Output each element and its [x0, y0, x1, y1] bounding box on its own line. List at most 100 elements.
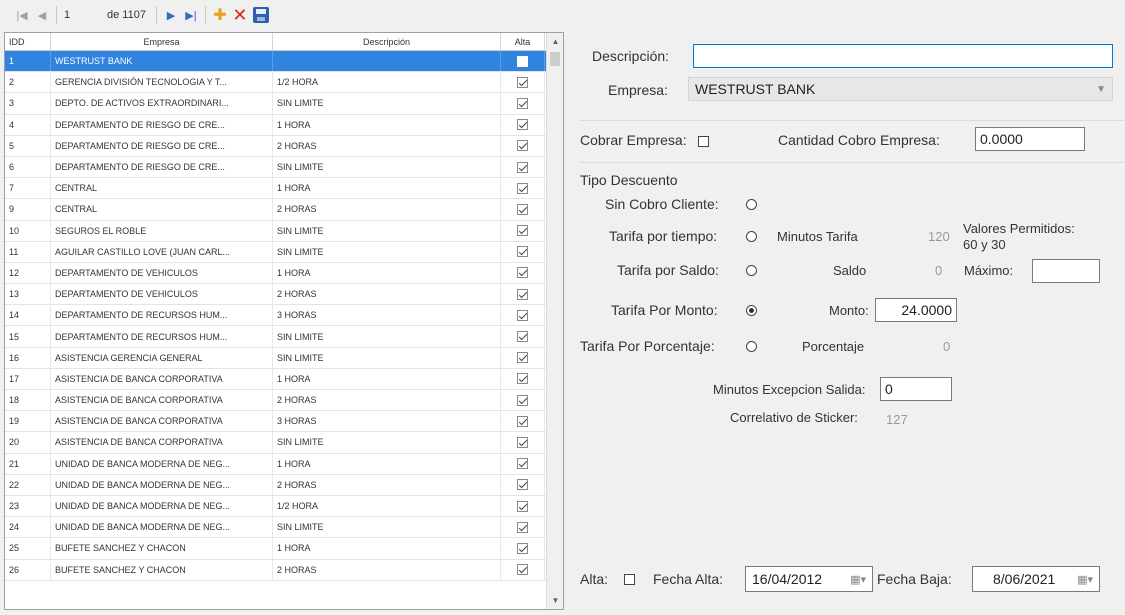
table-row[interactable]: 13 DEPARTAMENTO DE VEHICULOS 2 HORAS [5, 284, 547, 306]
cell-empresa[interactable]: ASISTENCIA DE BANCA CORPORATIVA [51, 390, 273, 411]
cell-descripcion[interactable]: SIN LIMITE [273, 326, 501, 347]
alta-checkbox[interactable] [517, 55, 528, 67]
table-row[interactable]: 24 UNIDAD DE BANCA MODERNA DE NEG... SIN L… [5, 517, 547, 539]
column-header-idd[interactable]: IDD [5, 33, 51, 50]
cell-alta[interactable] [501, 72, 545, 93]
table-row[interactable]: 26 BUFETE SANCHEZ Y CHACON 2 HORAS [5, 559, 547, 581]
alta-checkbox[interactable] [517, 119, 528, 131]
cell-alta[interactable] [501, 156, 545, 178]
cell-idd[interactable]: 12 [5, 262, 51, 284]
table-row[interactable]: 3 DEPTO. DE ACTIVOS EXTRAORDINARI... SIN L… [5, 93, 547, 115]
cobrar-empresa-checkbox[interactable] [698, 136, 709, 147]
cell-alta[interactable] [501, 347, 545, 368]
add-new-button[interactable]: ✚ [210, 5, 230, 25]
cell-empresa[interactable]: CENTRAL [51, 178, 273, 199]
cell-empresa[interactable]: UNIDAD DE BANCA MODERNA DE NEG... [51, 453, 273, 474]
cell-idd[interactable]: 13 [5, 284, 51, 305]
cell-empresa[interactable]: DEPARTAMENTO DE VEHICULOS [51, 262, 273, 284]
cell-descripcion[interactable]: 1/2 HORA [273, 495, 501, 517]
cell-descripcion[interactable]: 1 HORA [273, 114, 501, 135]
scroll-up-icon[interactable]: ▲ [547, 33, 563, 50]
cell-empresa[interactable]: AGUILAR CASTILLO LOVE (JUAN CARL... [51, 241, 273, 262]
move-last-button[interactable]: ▶| [181, 5, 201, 25]
cell-alta[interactable] [501, 411, 545, 432]
cell-descripcion[interactable]: SIN LIMITE [273, 517, 501, 538]
cell-idd[interactable]: 10 [5, 220, 51, 241]
table-row[interactable]: 15 DEPARTAMENTO DE RECURSOS HUM... SIN LIM… [5, 326, 547, 348]
calendar-icon[interactable]: ▦▾ [850, 573, 866, 586]
cell-alta[interactable] [501, 178, 545, 199]
cell-descripcion[interactable]: SIN LIMITE [273, 220, 501, 241]
cell-idd[interactable]: 2 [5, 72, 51, 93]
cell-descripcion[interactable]: SIN LIMITE [273, 432, 501, 453]
table-row[interactable]: 1 WESTRUST BANK [5, 51, 547, 73]
cell-empresa[interactable]: CENTRAL [51, 199, 273, 220]
cell-empresa[interactable]: DEPARTAMENTO DE RIESGO DE CRE... [51, 156, 273, 178]
cell-idd[interactable]: 19 [5, 411, 51, 432]
scroll-thumb[interactable] [550, 52, 560, 66]
cell-empresa[interactable]: DEPARTAMENTO DE RIESGO DE CRE... [51, 135, 273, 156]
cell-idd[interactable]: 16 [5, 347, 51, 368]
cell-empresa[interactable]: WESTRUST BANK [51, 51, 273, 72]
cell-descripcion[interactable]: 3 HORAS [273, 305, 501, 326]
cell-descripcion[interactable]: 2 HORAS [273, 390, 501, 411]
cell-empresa[interactable]: ASISTENCIA DE BANCA CORPORATIVA [51, 432, 273, 453]
alta-checkbox[interactable] [517, 479, 528, 491]
table-row[interactable]: 20 ASISTENCIA DE BANCA CORPORATIVA SIN LIM… [5, 432, 547, 454]
table-row[interactable]: 10 SEGUROS EL ROBLE SIN LIMITE [5, 220, 547, 242]
cell-empresa[interactable]: ASISTENCIA DE BANCA CORPORATIVA [51, 368, 273, 389]
table-row[interactable]: 21 UNIDAD DE BANCA MODERNA DE NEG... 1 HOR… [5, 453, 547, 475]
cell-alta[interactable] [501, 135, 545, 156]
cell-empresa[interactable]: DEPARTAMENTO DE RIESGO DE CRE... [51, 114, 273, 135]
cell-empresa[interactable]: UNIDAD DE BANCA MODERNA DE NEG... [51, 517, 273, 538]
cell-descripcion[interactable]: 2 HORAS [273, 559, 501, 580]
table-row[interactable]: 12 DEPARTAMENTO DE VEHICULOS 1 HORA [5, 262, 547, 285]
alta-checkbox[interactable] [517, 521, 528, 533]
cell-alta[interactable] [501, 305, 545, 326]
cell-empresa[interactable]: DEPARTAMENTO DE VEHICULOS [51, 284, 273, 305]
cell-alta[interactable] [501, 453, 545, 474]
cell-idd[interactable]: 14 [5, 305, 51, 326]
cell-descripcion[interactable]: 2 HORAS [273, 474, 501, 495]
alta-checkbox[interactable] [517, 500, 528, 512]
cell-descripcion[interactable]: 1 HORA [273, 538, 501, 559]
cell-idd[interactable]: 26 [5, 559, 51, 580]
cell-descripcion[interactable]: 2 HORAS [273, 199, 501, 220]
cell-alta[interactable] [501, 432, 545, 453]
alta-checkbox[interactable] [517, 140, 528, 152]
cell-alta[interactable] [501, 474, 545, 495]
move-next-button[interactable]: ▶ [161, 5, 181, 25]
delete-button[interactable]: ✕ [230, 5, 250, 25]
cell-alta[interactable] [501, 517, 545, 538]
tarifa-tiempo-radio[interactable] [746, 231, 757, 242]
cell-alta[interactable] [501, 495, 545, 517]
cell-empresa[interactable]: BUFETE SANCHEZ Y CHACON [51, 538, 273, 559]
alta-checkbox[interactable] [517, 564, 528, 576]
cell-empresa[interactable]: GERENCIA DIVISIÓN TECNOLOGIA Y T... [51, 72, 273, 93]
table-row[interactable]: 4 DEPARTAMENTO DE RIESGO DE CRE... 1 HORA [5, 114, 547, 136]
cell-empresa[interactable]: DEPARTAMENTO DE RECURSOS HUM... [51, 326, 273, 347]
cell-descripcion[interactable]: 1 HORA [273, 178, 501, 199]
fecha-alta-picker[interactable]: 16/04/2012 ▦▾ [745, 566, 873, 592]
alta-checkbox[interactable] [517, 97, 528, 109]
alta-checkbox[interactable] [517, 225, 528, 237]
alta-checkbox[interactable] [517, 309, 528, 321]
scroll-down-icon[interactable]: ▼ [547, 592, 563, 609]
cell-alta[interactable] [501, 199, 545, 220]
cell-alta[interactable] [501, 220, 545, 241]
save-button[interactable] [250, 5, 270, 25]
table-row[interactable]: 2 GERENCIA DIVISIÓN TECNOLOGIA Y T... 1/2 … [5, 72, 547, 94]
table-row[interactable]: 11 AGUILAR CASTILLO LOVE (JUAN CARL... SIN… [5, 241, 547, 263]
tarifa-monto-radio[interactable] [746, 305, 757, 316]
alta-checkbox[interactable] [517, 182, 528, 194]
cell-empresa[interactable]: UNIDAD DE BANCA MODERNA DE NEG... [51, 474, 273, 495]
position-input[interactable] [61, 7, 97, 23]
table-row[interactable]: 18 ASISTENCIA DE BANCA CORPORATIVA 2 HORAS [5, 390, 547, 412]
column-header-empresa[interactable]: Empresa [51, 33, 273, 50]
cell-alta[interactable] [501, 284, 545, 305]
cell-descripcion[interactable]: SIN LIMITE [273, 241, 501, 262]
cell-empresa[interactable]: ASISTENCIA GERENCIA GENERAL [51, 347, 273, 368]
cell-idd[interactable]: 15 [5, 326, 51, 347]
cell-alta[interactable] [501, 538, 545, 559]
cantidad-cobro-input[interactable] [975, 127, 1085, 151]
